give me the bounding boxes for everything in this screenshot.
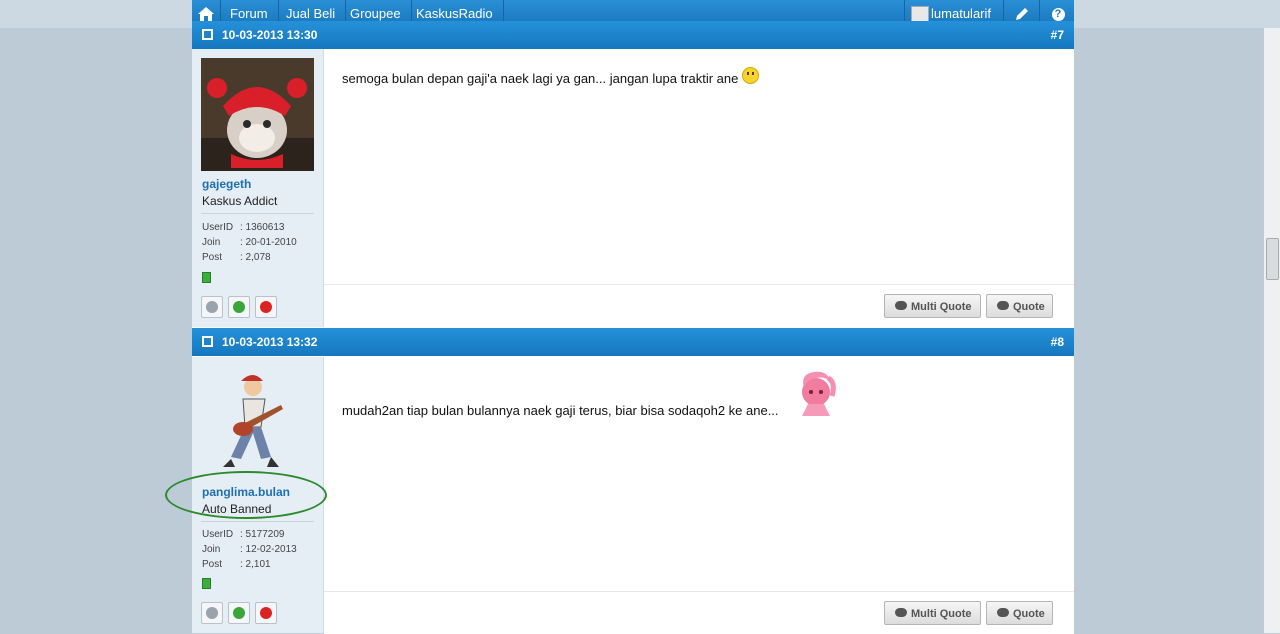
user-stat-join: Join: 12-02-2013 <box>202 544 297 555</box>
multi-quote-button[interactable]: Multi Quote <box>884 601 981 625</box>
quote-button[interactable]: Quote <box>986 601 1053 625</box>
divider <box>201 521 314 522</box>
user-stat-userid: UserID: 5177209 <box>202 529 285 540</box>
speech-bubble-icon <box>997 608 1009 617</box>
post-header: 10-03-2013 13:32 #8 <box>192 328 1074 356</box>
post-date: 10-03-2013 13:30 <box>222 28 318 42</box>
user-stat-join: Join: 20-01-2010 <box>202 237 297 248</box>
online-status-icon <box>202 272 211 283</box>
warning-icon <box>260 301 272 313</box>
speech-bubble-icon <box>895 608 907 617</box>
username[interactable]: gajegeth <box>202 177 251 191</box>
reputation-button[interactable] <box>201 296 223 318</box>
multi-quote-button[interactable]: Multi Quote <box>884 294 981 318</box>
vertical-scrollbar[interactable] <box>1264 28 1280 633</box>
post-number[interactable]: #7 <box>1051 21 1064 49</box>
post-footer: Multi Quote Quote <box>324 284 1074 327</box>
pink-girl-emoticon-icon <box>802 371 836 416</box>
user-title: Kaskus Addict <box>202 194 278 208</box>
speech-bubble-icon <box>895 301 907 310</box>
user-stat-userid: UserID: 1360613 <box>202 222 285 233</box>
pencil-icon <box>1016 8 1028 20</box>
user-stat-post: Post: 2,078 <box>202 252 271 263</box>
user-menu-name: lumatularif <box>931 6 991 21</box>
divider <box>201 213 314 214</box>
neutral-icon <box>206 607 218 619</box>
user-stat-post: Post: 2,101 <box>202 559 271 570</box>
reputation-button[interactable] <box>201 602 223 624</box>
smile-emoticon-icon <box>742 67 760 84</box>
online-status-icon <box>202 578 211 589</box>
post-message: mudah2an tiap bulan bulannya naek gaji t… <box>342 403 779 418</box>
post-header: 10-03-2013 13:30 #7 <box>192 21 1074 49</box>
user-avatar[interactable] <box>201 58 314 171</box>
checkbox-icon[interactable] <box>202 336 213 347</box>
help-icon: ? <box>1051 7 1065 21</box>
post-number[interactable]: #8 <box>1051 328 1064 356</box>
plus-icon <box>233 607 245 619</box>
plus-icon <box>233 301 245 313</box>
post-message-text: semoga bulan depan gaji'a naek lagi ya g… <box>342 71 739 86</box>
report-button[interactable] <box>255 296 277 318</box>
highlight-annotation-circle <box>165 471 327 519</box>
speech-bubble-icon <box>997 301 1009 310</box>
add-reputation-button[interactable] <box>228 296 250 318</box>
scrollbar-thumb[interactable] <box>1266 238 1279 280</box>
post-date: 10-03-2013 13:32 <box>222 335 318 349</box>
user-info-panel: gajegeth Kaskus Addict UserID: 1360613 J… <box>192 49 324 327</box>
post-footer: Multi Quote Quote <box>324 591 1074 634</box>
thread-content: 10-03-2013 13:30 #7 gajegeth Kaskus Addi… <box>192 21 1074 634</box>
neutral-icon <box>206 301 218 313</box>
add-reputation-button[interactable] <box>228 602 250 624</box>
checkbox-icon[interactable] <box>202 29 213 40</box>
user-avatar[interactable] <box>201 367 314 480</box>
home-icon <box>198 7 214 21</box>
post-message: semoga bulan depan gaji'a naek lagi ya g… <box>342 67 760 86</box>
post-message-text: mudah2an tiap bulan bulannya naek gaji t… <box>342 403 779 418</box>
report-button[interactable] <box>255 602 277 624</box>
quote-button[interactable]: Quote <box>986 294 1053 318</box>
warning-icon <box>260 607 272 619</box>
